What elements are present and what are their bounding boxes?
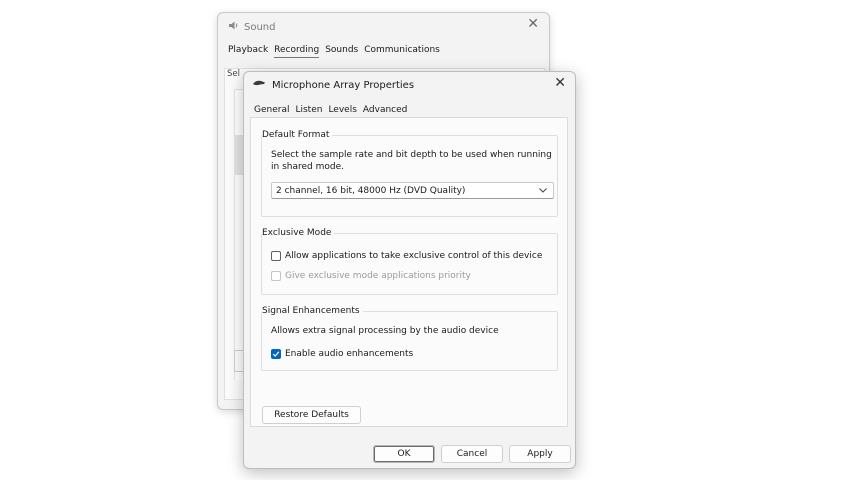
checkmark-icon bbox=[272, 351, 280, 357]
allow-exclusive-label: Allow applications to take exclusive con… bbox=[285, 251, 543, 261]
tab-playback[interactable]: Playback bbox=[228, 45, 268, 58]
enable-enhancements-checkbox-row[interactable]: Enable audio enhancements bbox=[271, 349, 413, 359]
enable-enhancements-checkbox[interactable] bbox=[271, 349, 281, 359]
sound-window-tabs: Playback Recording Sounds Communications bbox=[228, 45, 440, 58]
speaker-icon bbox=[228, 20, 239, 34]
enable-enhancements-label: Enable audio enhancements bbox=[285, 349, 414, 359]
format-dropdown[interactable]: 2 channel, 16 bit, 48000 Hz (DVD Quality… bbox=[271, 182, 554, 199]
signal-enhancements-description: Allows extra signal processing by the au… bbox=[271, 326, 499, 336]
signal-enhancements-legend: Signal Enhancements bbox=[262, 306, 363, 316]
sound-window-title-text: Sound bbox=[244, 21, 276, 33]
tab-recording[interactable]: Recording bbox=[274, 45, 320, 58]
close-icon[interactable]: ✕ bbox=[527, 16, 539, 32]
exclusive-mode-group bbox=[261, 233, 558, 295]
advanced-panel: Default Format Select the sample rate an… bbox=[250, 117, 568, 427]
tab-communications[interactable]: Communications bbox=[364, 45, 440, 58]
apply-button[interactable]: Apply bbox=[509, 445, 571, 463]
microphone-icon bbox=[252, 79, 266, 91]
format-dropdown-value: 2 channel, 16 bit, 48000 Hz (DVD Quality… bbox=[276, 185, 466, 196]
restore-defaults-button[interactable]: Restore Defaults bbox=[262, 406, 361, 424]
exclusive-priority-checkbox-row: Give exclusive mode applications priorit… bbox=[271, 271, 471, 281]
chevron-down-icon bbox=[539, 186, 547, 195]
default-format-description: Select the sample rate and bit depth to … bbox=[271, 150, 552, 172]
cancel-button[interactable]: Cancel bbox=[441, 445, 503, 463]
close-icon[interactable]: ✕ bbox=[554, 75, 566, 91]
exclusive-priority-checkbox bbox=[271, 271, 281, 281]
sound-window-title: Sound bbox=[228, 20, 276, 34]
dialog-title-text: Microphone Array Properties bbox=[272, 79, 415, 91]
exclusive-priority-label: Give exclusive mode applications priorit… bbox=[285, 271, 471, 281]
ok-button[interactable]: OK bbox=[373, 445, 435, 463]
tab-sounds[interactable]: Sounds bbox=[325, 45, 358, 58]
microphone-properties-dialog: Microphone Array Properties ✕ General Li… bbox=[243, 71, 576, 469]
allow-exclusive-checkbox[interactable] bbox=[271, 251, 281, 261]
signal-enhancements-group bbox=[261, 311, 558, 371]
dialog-title: Microphone Array Properties bbox=[252, 79, 414, 91]
default-format-legend: Default Format bbox=[262, 130, 333, 140]
allow-exclusive-checkbox-row[interactable]: Allow applications to take exclusive con… bbox=[271, 251, 542, 261]
exclusive-mode-legend: Exclusive Mode bbox=[262, 228, 335, 238]
default-format-group bbox=[261, 135, 558, 217]
